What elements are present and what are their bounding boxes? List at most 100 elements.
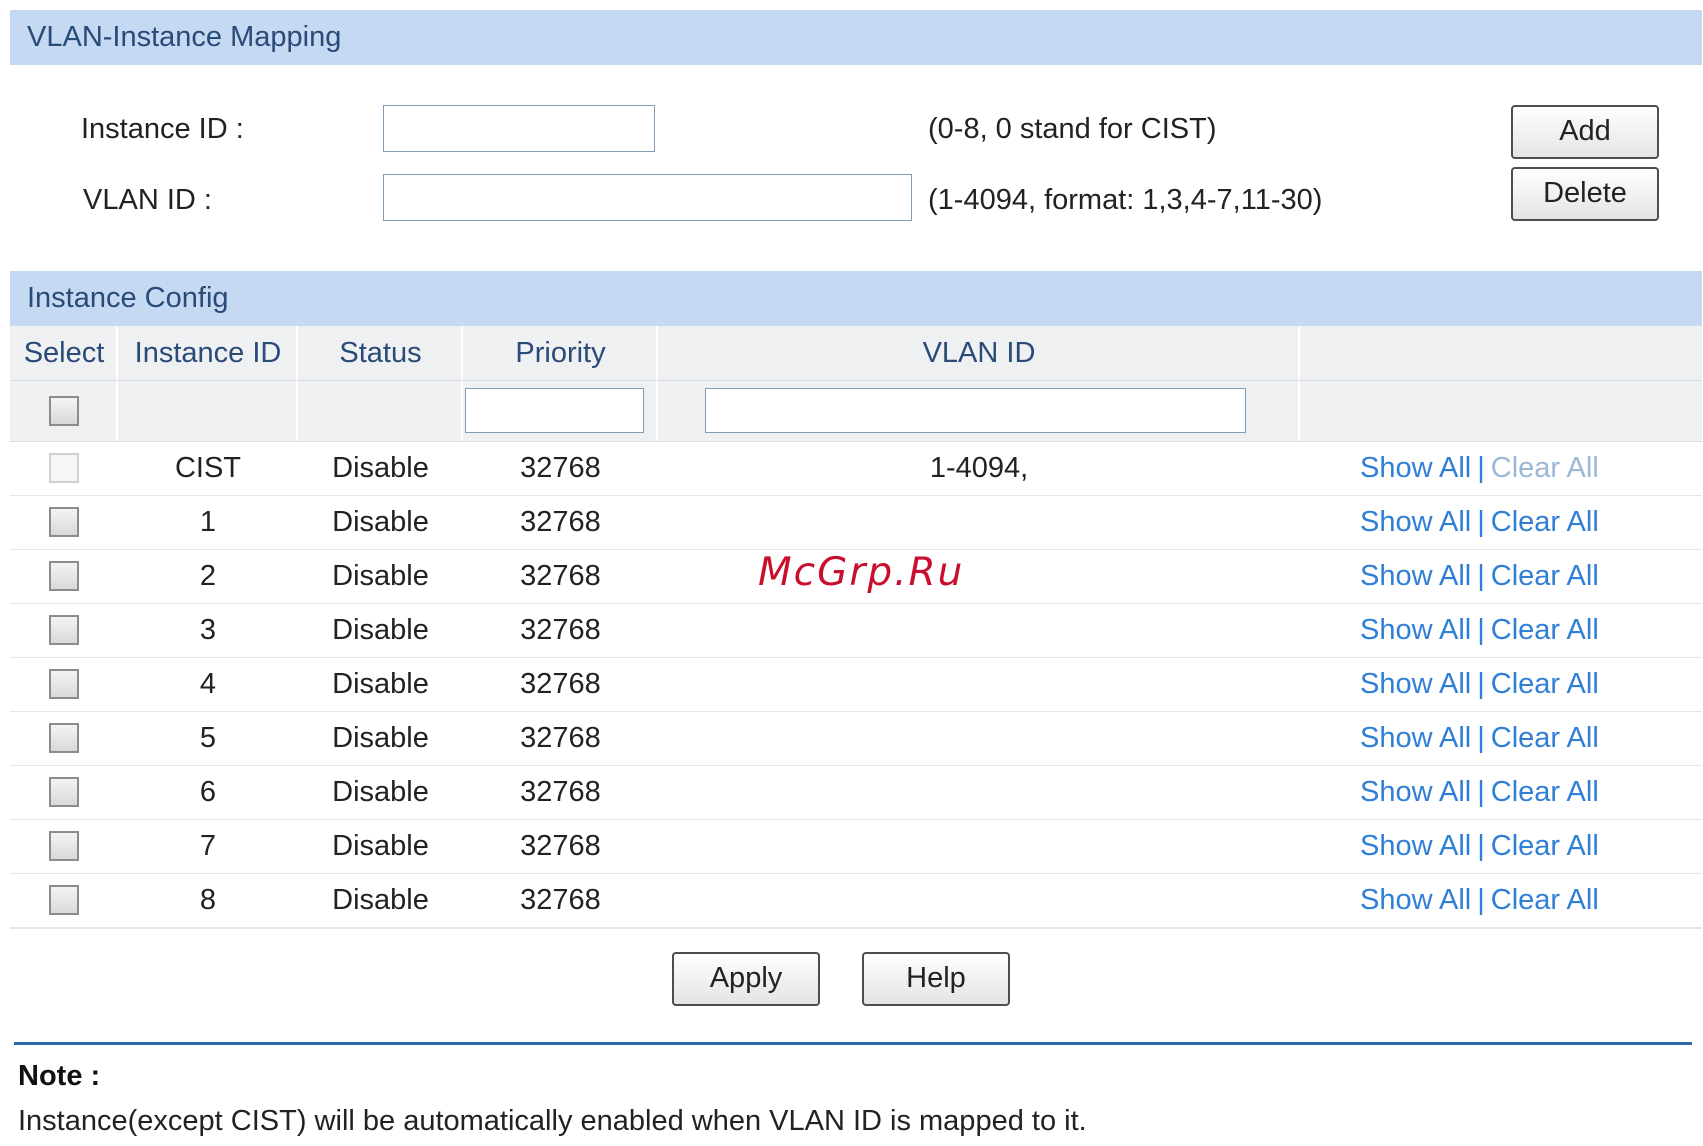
link-separator: |	[1477, 830, 1485, 862]
link-separator: |	[1477, 506, 1485, 538]
col-select-header: Select	[23, 337, 105, 369]
show-all-link[interactable]: Show All	[1360, 884, 1471, 916]
row-instance-id: 4	[199, 668, 217, 700]
clear-all-link[interactable]: Clear All	[1491, 884, 1599, 916]
table-row: 4 Disable 32768 Show All | Clear All	[10, 658, 1702, 713]
instance-id-input[interactable]	[383, 105, 655, 152]
row-priority: 32768	[520, 830, 601, 862]
row-instance-id: 8	[199, 884, 217, 916]
row-instance-id: 1	[199, 506, 217, 538]
row-priority: 32768	[520, 668, 601, 700]
mapping-section-header: VLAN-Instance Mapping	[10, 10, 1702, 65]
row-select-checkbox[interactable]	[49, 831, 79, 861]
row-select-checkbox[interactable]	[49, 885, 79, 915]
link-separator: |	[1477, 668, 1485, 700]
row-priority: 32768	[520, 884, 601, 916]
row-status: Disable	[332, 560, 429, 592]
row-instance-id: 3	[199, 614, 217, 646]
row-instance-id: 6	[199, 776, 217, 808]
config-section-title: Instance Config	[27, 282, 229, 314]
show-all-link[interactable]: Show All	[1360, 560, 1471, 592]
row-priority: 32768	[520, 560, 601, 592]
table-filter-row	[10, 381, 1702, 442]
col-priority-header: Priority	[515, 337, 606, 369]
vlan-id-filter-input[interactable]	[705, 388, 1246, 433]
show-all-link[interactable]: Show All	[1360, 452, 1471, 484]
row-actions: Show All | Clear All	[1360, 766, 1599, 819]
row-select-checkbox[interactable]	[49, 615, 79, 645]
show-all-link[interactable]: Show All	[1360, 722, 1471, 754]
link-separator: |	[1477, 722, 1485, 754]
column-divider	[116, 326, 118, 380]
watermark-text: McGrp.Ru	[758, 550, 965, 595]
clear-all-link[interactable]: Clear All	[1491, 776, 1599, 808]
apply-button[interactable]: Apply	[672, 952, 820, 1006]
clear-all-link[interactable]: Clear All	[1491, 722, 1599, 754]
column-divider	[1298, 381, 1300, 441]
show-all-link[interactable]: Show All	[1360, 668, 1471, 700]
column-divider	[656, 381, 658, 441]
select-all-checkbox[interactable]	[49, 396, 79, 426]
note-text: Instance(except CIST) will be automatica…	[18, 1105, 1087, 1137]
column-divider	[296, 326, 298, 380]
row-select-checkbox[interactable]	[49, 777, 79, 807]
row-actions: Show All | Clear All	[1360, 550, 1599, 603]
column-divider	[116, 381, 118, 441]
row-status: Disable	[332, 668, 429, 700]
note-title: Note :	[18, 1060, 101, 1092]
clear-all-link[interactable]: Clear All	[1491, 560, 1599, 592]
table-row: 5 Disable 32768 Show All | Clear All	[10, 712, 1702, 767]
row-priority: 32768	[520, 614, 601, 646]
vlan-id-hint: (1-4094, format: 1,3,4-7,11-30)	[928, 184, 1323, 216]
show-all-link[interactable]: Show All	[1360, 614, 1471, 646]
add-button[interactable]: Add	[1511, 105, 1659, 159]
column-divider	[656, 326, 658, 380]
row-instance-id: 5	[199, 722, 217, 754]
clear-all-link[interactable]: Clear All	[1491, 668, 1599, 700]
row-vlan-id: 1-4094,	[929, 452, 1029, 484]
show-all-link[interactable]: Show All	[1360, 830, 1471, 862]
instance-id-hint: (0-8, 0 stand for CIST)	[928, 113, 1217, 145]
clear-all-link[interactable]: Clear All	[1491, 830, 1599, 862]
row-status: Disable	[332, 776, 429, 808]
link-separator: |	[1477, 776, 1485, 808]
row-actions: Show All | Clear All	[1360, 604, 1599, 657]
clear-all-link[interactable]: Clear All	[1491, 506, 1599, 538]
vlan-id-label: VLAN ID :	[83, 184, 212, 216]
show-all-link[interactable]: Show All	[1360, 506, 1471, 538]
link-separator: |	[1477, 560, 1485, 592]
col-vlan-id-header: VLAN ID	[922, 337, 1036, 369]
config-section-header: Instance Config	[10, 271, 1702, 326]
row-select-checkbox[interactable]	[49, 561, 79, 591]
row-status: Disable	[332, 884, 429, 916]
note-divider	[14, 1042, 1692, 1045]
priority-filter-input[interactable]	[465, 388, 644, 433]
row-instance-id: 2	[199, 560, 217, 592]
row-actions: Show All | Clear All	[1360, 658, 1599, 711]
row-actions: Show All | Clear All	[1360, 874, 1599, 927]
column-divider	[461, 381, 463, 441]
delete-button[interactable]: Delete	[1511, 167, 1659, 221]
vlan-id-input[interactable]	[383, 174, 912, 221]
mapping-section-title: VLAN-Instance Mapping	[27, 21, 342, 53]
row-actions: Show All | Clear All	[1360, 820, 1599, 873]
table-row: 6 Disable 32768 Show All | Clear All	[10, 766, 1702, 821]
col-status-header: Status	[339, 337, 422, 369]
clear-all-link[interactable]: Clear All	[1491, 452, 1599, 484]
row-select-checkbox[interactable]	[49, 507, 79, 537]
row-select-checkbox[interactable]	[49, 669, 79, 699]
column-divider	[461, 326, 463, 380]
row-status: Disable	[332, 722, 429, 754]
row-status: Disable	[332, 830, 429, 862]
row-actions: Show All | Clear All	[1360, 712, 1599, 765]
col-instance-id-header: Instance ID	[134, 337, 282, 369]
clear-all-link[interactable]: Clear All	[1491, 614, 1599, 646]
row-select-checkbox	[49, 453, 79, 483]
row-status: Disable	[332, 452, 429, 484]
row-actions: Show All | Clear All	[1360, 496, 1599, 549]
row-status: Disable	[332, 506, 429, 538]
show-all-link[interactable]: Show All	[1360, 776, 1471, 808]
row-select-checkbox[interactable]	[49, 723, 79, 753]
help-button[interactable]: Help	[862, 952, 1010, 1006]
table-row: 3 Disable 32768 Show All | Clear All	[10, 604, 1702, 659]
